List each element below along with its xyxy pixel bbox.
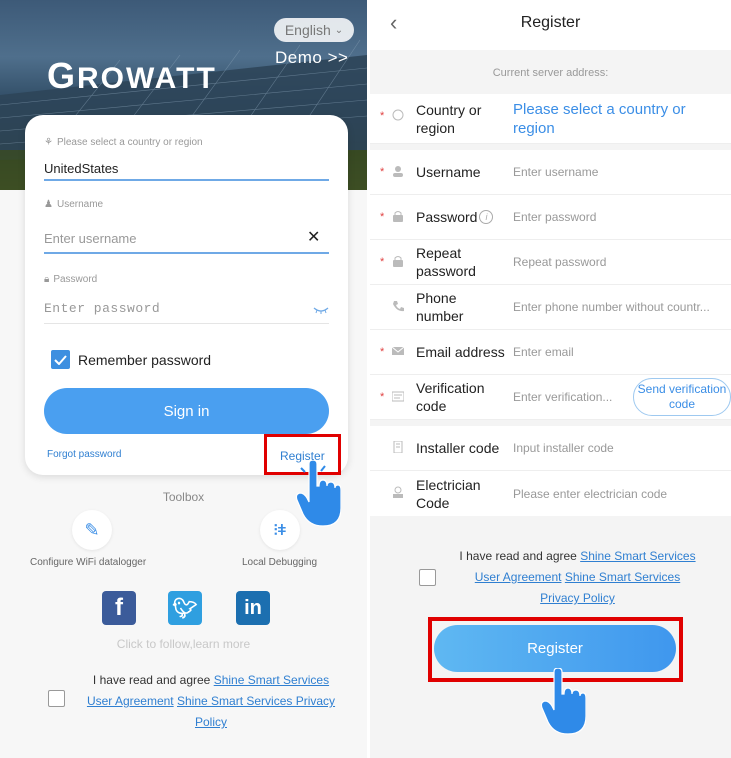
required-marker: *: [380, 346, 385, 358]
agree-checkbox[interactable]: [419, 569, 436, 586]
agreement-text: I have read and agree Shine Smart Servic…: [86, 673, 336, 729]
chevron-down-icon: ⌄: [334, 24, 344, 36]
server-address-label: Current server address:: [492, 67, 609, 79]
row-phone[interactable]: Phone number Enter phone number without …: [370, 285, 731, 330]
privacy-policy-link[interactable]: Shine Smart Services Privacy Policy: [177, 694, 335, 729]
repeat-password-label: Repeat password: [416, 245, 476, 279]
required-marker: *: [380, 110, 385, 122]
installer-label: Installer code: [416, 440, 500, 456]
verification-input[interactable]: Enter verification...: [513, 375, 612, 419]
row-email[interactable]: * Email address Enter email: [370, 330, 731, 375]
twitter-icon[interactable]: 🐦︎: [168, 591, 202, 625]
send-verification-button[interactable]: Send verification code: [633, 378, 731, 416]
username-input[interactable]: Enter username: [44, 231, 137, 246]
agree-checkbox[interactable]: [48, 690, 65, 707]
sliders-icon: ⫶ǂ: [273, 521, 287, 539]
sign-in-button[interactable]: Sign in: [44, 388, 329, 434]
row-installer[interactable]: Installer code Input installer code: [370, 426, 731, 471]
electrician-label: Electrician Code: [416, 476, 481, 511]
email-label: Email address: [416, 344, 505, 360]
username-label: Username: [416, 164, 481, 180]
email-input[interactable]: Enter email: [513, 330, 574, 374]
info-icon[interactable]: i: [479, 210, 494, 224]
username-input[interactable]: Enter username: [513, 150, 598, 194]
privacy-policy-link[interactable]: Shine Smart Services Privacy Policy: [540, 570, 680, 605]
login-card: ⚘ Please select a country or region Unite…: [25, 115, 348, 475]
phone-label: Phone number: [416, 290, 464, 324]
lock-icon: 🔒︎: [44, 274, 50, 285]
facebook-icon[interactable]: f: [102, 591, 136, 625]
agreement-text: I have read and agree Shine Smart Servic…: [459, 549, 696, 605]
remember-password[interactable]: Remember password: [51, 350, 211, 369]
remember-label: Remember password: [78, 351, 212, 368]
demo-link[interactable]: Demo >>: [275, 48, 348, 68]
username-label: ♟ Username: [44, 199, 104, 210]
country-select[interactable]: Please select a country or region: [513, 94, 713, 143]
installer-input[interactable]: Input installer code: [513, 426, 614, 470]
clear-icon[interactable]: ✕: [307, 227, 320, 247]
register-form: * Country or region Please select a coun…: [370, 94, 731, 516]
globe-icon: [392, 109, 404, 121]
verification-label: Verification code: [416, 380, 485, 414]
eye-closed-icon[interactable]: [313, 306, 329, 314]
local-debugging-label: Local Debugging: [242, 557, 318, 568]
page-title: Register: [520, 14, 581, 31]
electrician-icon: [393, 486, 403, 498]
row-electrician[interactable]: Electrician Code Please enter electricia…: [370, 471, 731, 516]
password-underline: [44, 323, 329, 324]
nav-bar: ‹ Register: [370, 0, 731, 50]
local-debugging-button[interactable]: ⫶ǂ: [260, 510, 300, 550]
wifi-datalogger-label: Configure WiFi datalogger: [30, 557, 147, 568]
row-password[interactable]: * Password i Enter password: [370, 195, 731, 240]
lock-icon: [393, 256, 403, 267]
row-country[interactable]: * Country or region Please select a coun…: [370, 94, 731, 144]
globe-icon: ⚘: [44, 137, 53, 148]
required-marker: *: [380, 166, 385, 178]
wrench-icon: ✎: [84, 519, 100, 540]
password-label: Password i: [416, 195, 494, 239]
row-verification[interactable]: * Verification code Enter verification..…: [370, 375, 731, 420]
pointing-hand-icon: [540, 668, 586, 735]
code-icon: [392, 391, 404, 402]
password-label: 🔒︎ Password: [44, 274, 98, 285]
phone-input[interactable]: Enter phone number without countr...: [513, 285, 710, 329]
repeat-password-input[interactable]: Repeat password: [513, 240, 606, 284]
growatt-logo: GROWATT: [47, 55, 217, 96]
password-input[interactable]: Enter password: [44, 301, 160, 316]
installer-icon: [393, 441, 403, 453]
required-marker: *: [380, 256, 385, 268]
user-icon: [393, 166, 403, 177]
phone-icon: [393, 301, 404, 312]
password-input[interactable]: Enter password: [513, 195, 596, 239]
country-underline: [44, 179, 329, 181]
mail-icon: [392, 346, 404, 355]
row-username[interactable]: * Username Enter username: [370, 150, 731, 195]
language-select[interactable]: English ⌄: [274, 18, 354, 42]
register-screen: ‹ Register Current server address: * Cou…: [370, 0, 731, 758]
toolbox-title: Toolbox: [162, 490, 205, 504]
forgot-password-link[interactable]: Forgot password: [47, 449, 121, 460]
required-marker: *: [380, 211, 385, 223]
login-screen: English ⌄ Demo >> GROWATT ⚘ Please select…: [0, 0, 367, 758]
country-label: ⚘ Please select a country or region: [44, 137, 203, 148]
follow-text: Click to follow,learn more: [116, 637, 251, 651]
row-repeat-password[interactable]: * Repeat password Repeat password: [370, 240, 731, 285]
username-underline: [44, 252, 329, 254]
user-icon: ♟: [44, 199, 53, 210]
country-field[interactable]: UnitedStates: [44, 161, 118, 176]
checkmark-icon: [54, 354, 67, 365]
required-marker: *: [380, 391, 385, 403]
language-value: English: [284, 22, 331, 38]
electrician-input[interactable]: Please enter electrician code: [513, 471, 667, 516]
linkedin-icon[interactable]: in: [236, 591, 270, 625]
country-label: Country or region: [416, 101, 482, 136]
wifi-datalogger-button[interactable]: ✎: [72, 510, 112, 550]
remember-checkbox[interactable]: [51, 350, 70, 369]
lock-icon: [393, 211, 403, 222]
